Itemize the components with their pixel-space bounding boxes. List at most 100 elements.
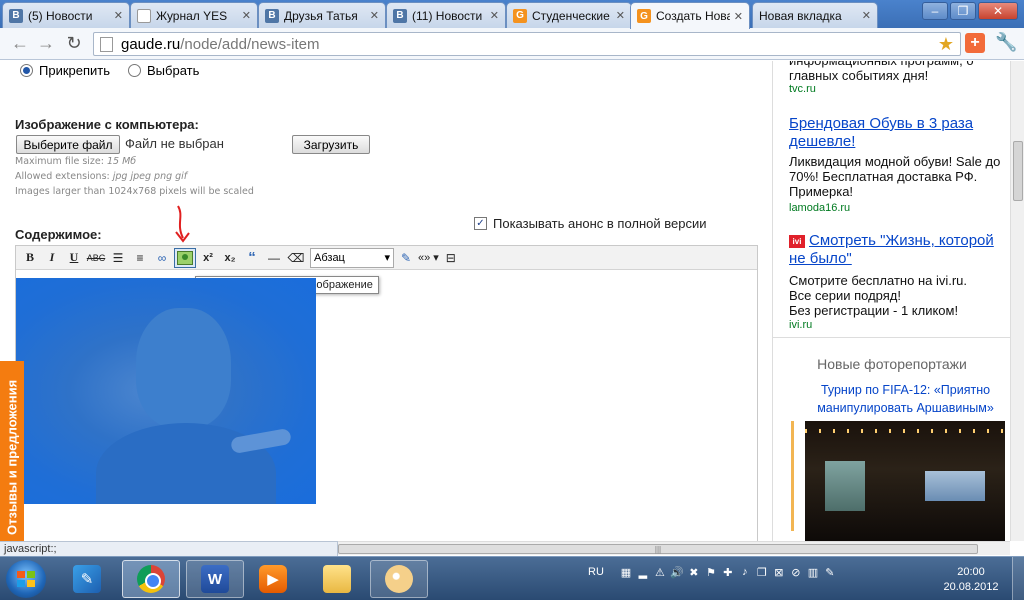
system-clock[interactable]: 20:00 20.08.2012 bbox=[938, 565, 1004, 595]
attach-radio[interactable] bbox=[20, 64, 33, 77]
upload-button[interactable]: Загрузить bbox=[292, 135, 370, 154]
bullet-list-icon[interactable]: ☰ bbox=[108, 248, 128, 268]
taskbar-app-paint[interactable] bbox=[370, 560, 428, 598]
bold-button[interactable]: B bbox=[20, 248, 40, 268]
photo-person-head bbox=[136, 308, 231, 428]
close-tab-icon[interactable]: ✕ bbox=[616, 9, 625, 22]
link-icon[interactable]: ∞ bbox=[152, 248, 172, 268]
taskbar-app-explorer[interactable] bbox=[308, 560, 366, 598]
taskbar-app-chrome[interactable] bbox=[122, 560, 180, 598]
editor-image[interactable] bbox=[16, 278, 316, 504]
close-tab-icon[interactable]: ✕ bbox=[734, 10, 743, 23]
close-tab-icon[interactable]: ✕ bbox=[242, 9, 251, 22]
extension-icon[interactable]: + bbox=[965, 33, 985, 53]
show-teaser-checkbox[interactable]: ✓ bbox=[474, 217, 487, 230]
image-glyph-icon bbox=[177, 250, 193, 265]
browser-tab[interactable]: Новая вкладка ✕ bbox=[752, 2, 878, 28]
browser-tab[interactable]: Журнал YES ✕ bbox=[130, 2, 258, 28]
ivi-logo-icon: ivi bbox=[789, 234, 805, 248]
italic-button[interactable]: I bbox=[42, 248, 62, 268]
restore-button[interactable]: ❐ bbox=[950, 2, 976, 20]
system-tray: RU ▦ ▂ ⚠ 🔊 ✖ ⚑ ✚ ♪ ❐ ⊠ ⊘ ▥ ✎ bbox=[588, 565, 837, 579]
close-tab-icon[interactable]: ✕ bbox=[490, 9, 499, 22]
wrench-icon[interactable]: 🔧 bbox=[995, 32, 1017, 53]
blockquote-button[interactable]: “ bbox=[242, 248, 262, 268]
back-arrow-icon[interactable]: ← bbox=[8, 32, 32, 56]
close-tab-icon[interactable]: ✕ bbox=[862, 9, 871, 22]
horizontal-scroll-thumb[interactable]: ||| bbox=[338, 544, 978, 554]
ad2-source[interactable]: lamoda16.ru bbox=[789, 202, 850, 214]
photo-report-thumbnail[interactable] bbox=[805, 421, 1005, 541]
tray-pen-icon[interactable]: ✎ bbox=[823, 565, 837, 579]
feedback-tab[interactable]: Отзывы и предложения bbox=[0, 361, 24, 541]
underline-button[interactable]: U bbox=[64, 248, 84, 268]
tray-app-icon[interactable]: ▦ bbox=[619, 565, 633, 579]
reload-icon[interactable]: ↻ bbox=[62, 32, 86, 56]
select-radio[interactable] bbox=[128, 64, 142, 77]
superscript-button[interactable]: x² bbox=[198, 248, 218, 268]
photo-report-link[interactable]: Турнир по FIFA-12: «Приятно манипулирова… bbox=[803, 381, 1008, 417]
forward-arrow-icon[interactable]: → bbox=[34, 32, 58, 56]
vk-icon: B bbox=[393, 8, 407, 23]
browser-tab[interactable]: G Студенческие ✕ bbox=[506, 2, 632, 28]
gaude-icon: G bbox=[513, 8, 527, 23]
page-break-icon[interactable]: ⊟ bbox=[441, 248, 461, 268]
strikethrough-button[interactable]: ABC bbox=[86, 248, 106, 268]
tray-warning-icon[interactable]: ⚠ bbox=[653, 565, 667, 579]
language-indicator[interactable]: RU bbox=[588, 566, 604, 578]
browser-tab[interactable]: B (11) Новости ✕ bbox=[386, 2, 506, 28]
bookmark-star-icon[interactable]: ★ bbox=[938, 34, 954, 55]
close-tab-icon[interactable]: ✕ bbox=[114, 9, 123, 22]
taskbar-app-tools[interactable]: ✎ bbox=[58, 560, 116, 598]
tray-chart-icon[interactable]: ▥ bbox=[806, 565, 820, 579]
minimize-button[interactable]: – bbox=[922, 2, 948, 20]
paint-palette-icon bbox=[385, 565, 413, 593]
select-radio-label: Выбрать bbox=[147, 63, 200, 78]
tray-window-icon[interactable]: ❐ bbox=[755, 565, 769, 579]
vertical-scrollbar[interactable] bbox=[1010, 61, 1024, 541]
format-select[interactable]: Абзац ▾ bbox=[310, 247, 394, 268]
eraser-icon[interactable]: ⌫ bbox=[286, 248, 306, 268]
folder-icon bbox=[323, 565, 351, 593]
choose-file-button[interactable]: Выберите файл bbox=[16, 135, 120, 154]
windows-logo-icon bbox=[17, 571, 35, 587]
dropdown-arrow-icon: ▾ bbox=[384, 252, 390, 264]
clock-time: 20:00 bbox=[957, 566, 985, 578]
sidebar-divider bbox=[773, 337, 1010, 338]
ad3-title-link[interactable]: ivi Смотреть "Жизнь, которой не было" bbox=[789, 232, 1007, 268]
subscript-button[interactable]: x₂ bbox=[220, 248, 240, 268]
network-error-icon[interactable]: ✖ bbox=[687, 565, 701, 579]
ad3-text-1: Смотрите бесплатно на ivi.ru. bbox=[789, 273, 968, 288]
browser-tab[interactable]: B (5) Новости ✕ bbox=[2, 2, 130, 28]
vertical-scroll-thumb[interactable] bbox=[1013, 141, 1023, 201]
close-tab-icon[interactable]: ✕ bbox=[370, 9, 379, 22]
flag-icon[interactable]: ⚑ bbox=[704, 565, 718, 579]
horizontal-rule-icon[interactable]: — bbox=[264, 248, 284, 268]
photo-reports-heading: Новые фоторепортажи bbox=[817, 356, 967, 372]
address-bar[interactable]: gaude.ru/node/add/news-item ★ bbox=[93, 32, 961, 56]
taskbar-app-media[interactable]: ▶ bbox=[244, 560, 302, 598]
network-signal-icon[interactable]: ▂ bbox=[636, 565, 650, 579]
edit-source-icon[interactable]: ✎ bbox=[396, 248, 416, 268]
browser-tab[interactable]: B Друзья Татья ✕ bbox=[258, 2, 386, 28]
tray-bell-icon[interactable]: ♪ bbox=[738, 565, 752, 579]
tray-tool-icon[interactable]: ✚ bbox=[721, 565, 735, 579]
horizontal-scrollbar[interactable]: ||| bbox=[338, 541, 1010, 555]
taskbar-app-word[interactable]: W bbox=[186, 560, 244, 598]
show-desktop-button[interactable] bbox=[1012, 557, 1024, 600]
ad2-text: Ликвидация модной обуви! Sale до 70%! Бе… bbox=[789, 154, 1001, 199]
ad1-source[interactable]: tvc.ru bbox=[789, 83, 816, 95]
ad3-source[interactable]: ivi.ru bbox=[789, 319, 812, 331]
page-icon bbox=[100, 36, 113, 52]
tray-antivirus-icon[interactable]: ⊘ bbox=[789, 565, 803, 579]
tray-blocked-icon[interactable]: ⊠ bbox=[772, 565, 786, 579]
start-button[interactable] bbox=[6, 560, 46, 598]
browser-tab-active[interactable]: G Создать Нова ✕ bbox=[630, 2, 750, 29]
ad2-title-link[interactable]: Брендовая Обувь в 3 раза дешевле! bbox=[789, 115, 1004, 151]
quote-menu-icon[interactable]: «» ▾ bbox=[418, 248, 439, 268]
document-icon bbox=[137, 8, 151, 23]
window-close-button[interactable]: ✕ bbox=[978, 2, 1018, 20]
numbered-list-icon[interactable]: ≡ bbox=[130, 248, 150, 268]
insert-image-icon[interactable] bbox=[174, 247, 196, 268]
volume-icon[interactable]: 🔊 bbox=[670, 565, 684, 579]
